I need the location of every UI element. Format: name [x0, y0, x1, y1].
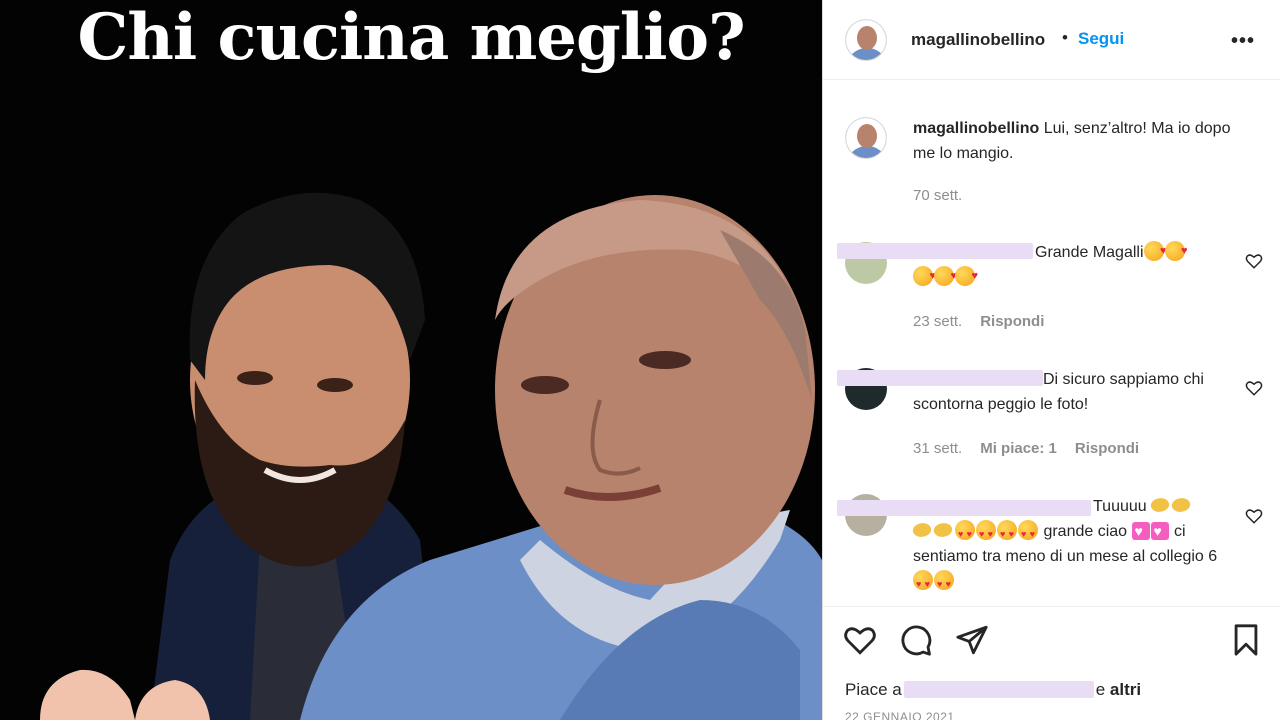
caption-avatar[interactable]	[845, 117, 887, 159]
comment-time[interactable]: 23 sett.	[913, 313, 962, 330]
header-username[interactable]: magallinobellino	[911, 30, 1045, 50]
smiling-face-with-hearts-icon	[1143, 239, 1167, 264]
smiling-face-with-hearts-icon	[934, 264, 957, 289]
heart-eyes-icon	[976, 520, 996, 547]
redacted-liker	[903, 681, 1094, 698]
likes-suffix: e	[1095, 680, 1106, 699]
smiling-face-with-hearts-icon	[955, 264, 978, 289]
comment-likes[interactable]: Mi piace: 1	[980, 440, 1057, 457]
more-icon[interactable]: •••	[1231, 30, 1255, 53]
post-header: magallinobellino • Segui •••	[823, 0, 1280, 80]
avatar[interactable]	[845, 19, 887, 61]
bookmark-icon[interactable]	[1229, 623, 1263, 657]
likes-others-link[interactable]: altri	[1110, 680, 1141, 699]
pink-heart-icon	[1150, 522, 1169, 540]
reply-button[interactable]: Rispondi	[1075, 440, 1139, 457]
pink-heart-icon	[1131, 522, 1150, 540]
heart-eyes-icon	[1018, 520, 1038, 547]
heart-eyes-icon	[955, 520, 975, 547]
reply-button[interactable]: Rispondi	[980, 313, 1044, 330]
separator-dot: •	[1062, 28, 1068, 47]
comment-time[interactable]: 31 sett.	[913, 440, 962, 457]
comment-heart-icon[interactable]	[1245, 507, 1263, 525]
comment-meta: 23 sett. Rispondi	[913, 313, 1044, 330]
clapping-hands-icon	[1149, 494, 1172, 516]
follow-button[interactable]: Segui	[1078, 29, 1124, 49]
comment-text: Grande Magalli	[1035, 244, 1144, 261]
smiling-face-with-hearts-icon	[913, 264, 936, 289]
post-actions: Piace a e altri	[823, 606, 1280, 720]
image-title: Chi cucina meglio?	[77, 0, 745, 75]
caption-time[interactable]: 70 sett.	[913, 187, 962, 204]
likes-summary: Piace a e altri	[845, 680, 1141, 700]
heart-eyes-icon	[934, 570, 954, 597]
comment-icon[interactable]	[899, 623, 933, 657]
heart-eyes-icon	[997, 520, 1017, 547]
clapping-hands-icon	[1170, 494, 1193, 516]
comment-text-block: Tuuuuu grande ciao ci sentiamo tra meno …	[910, 494, 1238, 597]
photo-illustration	[40, 192, 822, 720]
comment-text: Di sicuro sappiamo chi scontorna peggio …	[913, 371, 1204, 413]
comment-text: grande ciao	[1043, 523, 1128, 540]
comment-heart-icon[interactable]	[1245, 252, 1263, 270]
share-icon[interactable]	[955, 623, 989, 657]
caption-text-block: magallinobellino Lui, senz’altro! Ma io …	[913, 116, 1253, 166]
post-sidebar: magallinobellino • Segui ••• magallinobe…	[822, 0, 1280, 720]
comment-meta: 31 sett. Mi piace: 1 Rispondi	[913, 440, 1139, 457]
comment-heart-icon[interactable]	[1245, 379, 1263, 397]
clapping-hands-icon	[910, 519, 934, 541]
heart-eyes-icon	[913, 570, 933, 597]
caption-username[interactable]: magallinobellino	[913, 120, 1039, 137]
post-date: 22 GENNAIO 2021	[845, 710, 955, 720]
comment-text-block: Di sicuro sappiamo chi scontorna peggio …	[913, 367, 1233, 417]
clapping-hands-icon	[931, 519, 955, 541]
post-image[interactable]: Chi cucina meglio?	[0, 0, 822, 720]
comment-text-block: Grande Magalli	[913, 239, 1233, 290]
likes-prefix: Piace a	[845, 680, 902, 699]
comment-text: Tuuuuu	[1093, 498, 1147, 515]
heart-icon[interactable]	[843, 623, 877, 657]
smiling-face-with-hearts-icon	[1164, 239, 1188, 264]
